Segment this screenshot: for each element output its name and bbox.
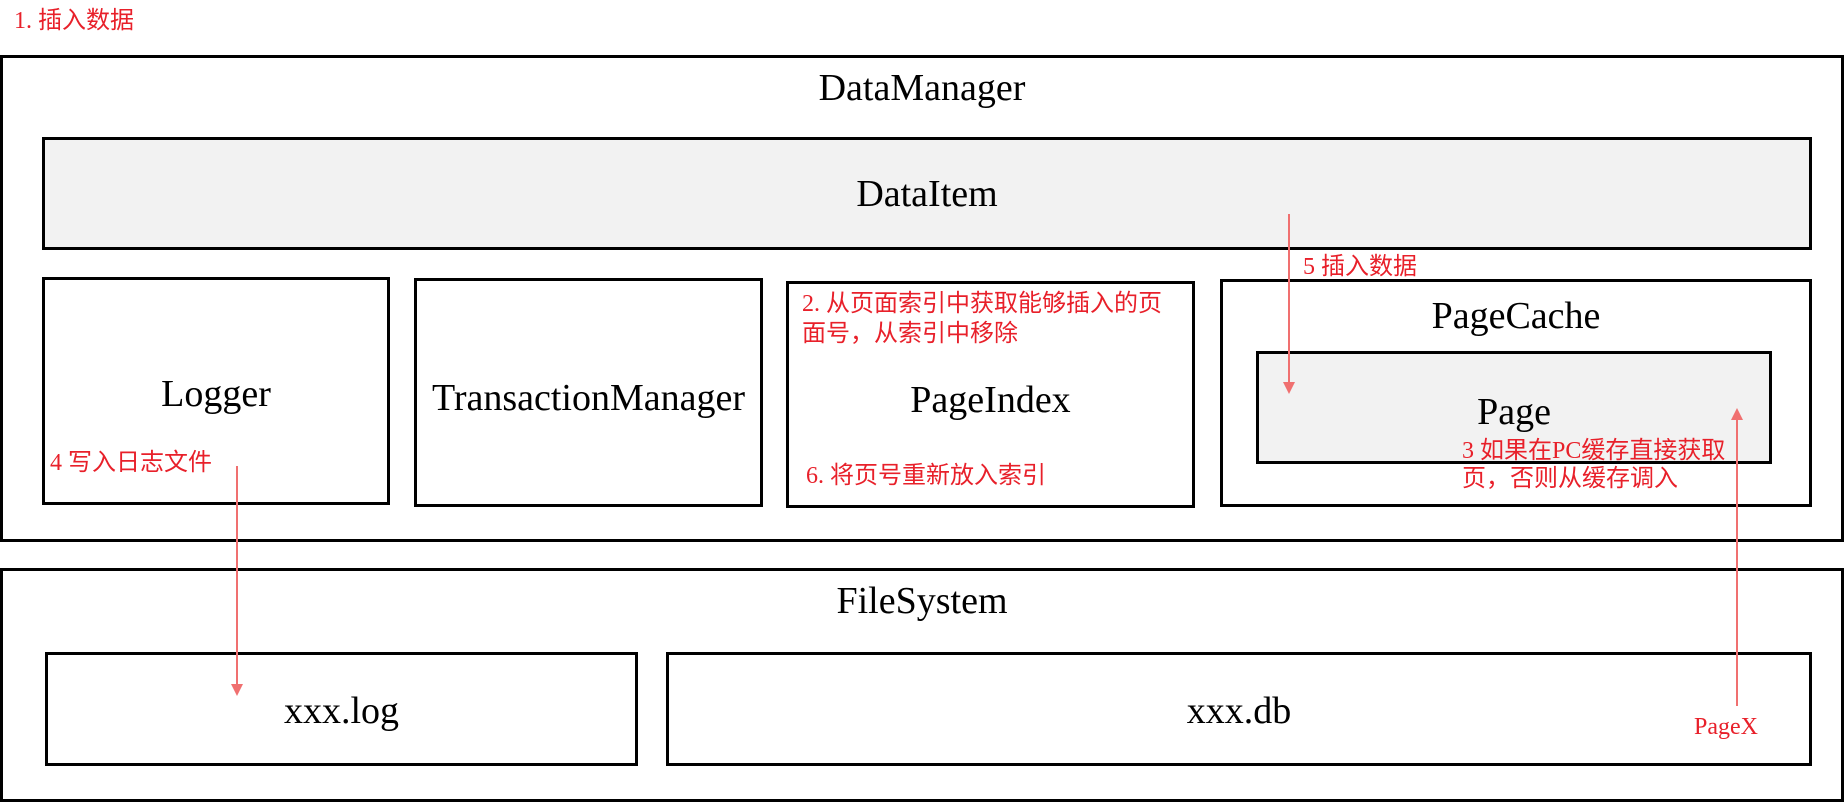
data-item-box: DataItem [42, 137, 1812, 250]
page-index-title: PageIndex [910, 379, 1071, 421]
transaction-manager-box: TransactionManager [414, 278, 763, 507]
insert-data-note: 5 插入数据 [1303, 254, 1417, 280]
transaction-manager-title: TransactionManager [431, 377, 746, 419]
data-item-title: DataItem [856, 173, 998, 215]
log-file-title: xxx.log [283, 690, 400, 732]
logger-write-note: 4 写入日志文件 [50, 450, 212, 476]
file-system-title: FileSystem [836, 580, 1008, 622]
page-title: Page [1477, 391, 1551, 433]
log-file-box: xxx.log [45, 652, 638, 766]
page-index-fetch-note-line2: 面号，从索引中移除 [802, 321, 1018, 347]
page-fetch-note-line2: 页，否则从缓存调入 [1462, 466, 1678, 492]
page-index-fetch-note-line1: 2. 从页面索引中获取能够插入的页 [802, 291, 1162, 317]
page-fetch-note-line1: 3 如果在PC缓存直接获取 [1462, 438, 1726, 464]
logger-title: Logger [161, 373, 271, 415]
data-manager-title: DataManager [818, 67, 1026, 109]
db-file-title: xxx.db [1186, 690, 1292, 732]
step-1-note: 1. 插入数据 [14, 8, 134, 34]
page-cache-title: PageCache [1431, 295, 1601, 337]
page-x-label: PageX [1694, 714, 1758, 740]
page-index-return-note: 6. 将页号重新放入索引 [806, 463, 1046, 489]
db-file-box: xxx.db [666, 652, 1812, 766]
